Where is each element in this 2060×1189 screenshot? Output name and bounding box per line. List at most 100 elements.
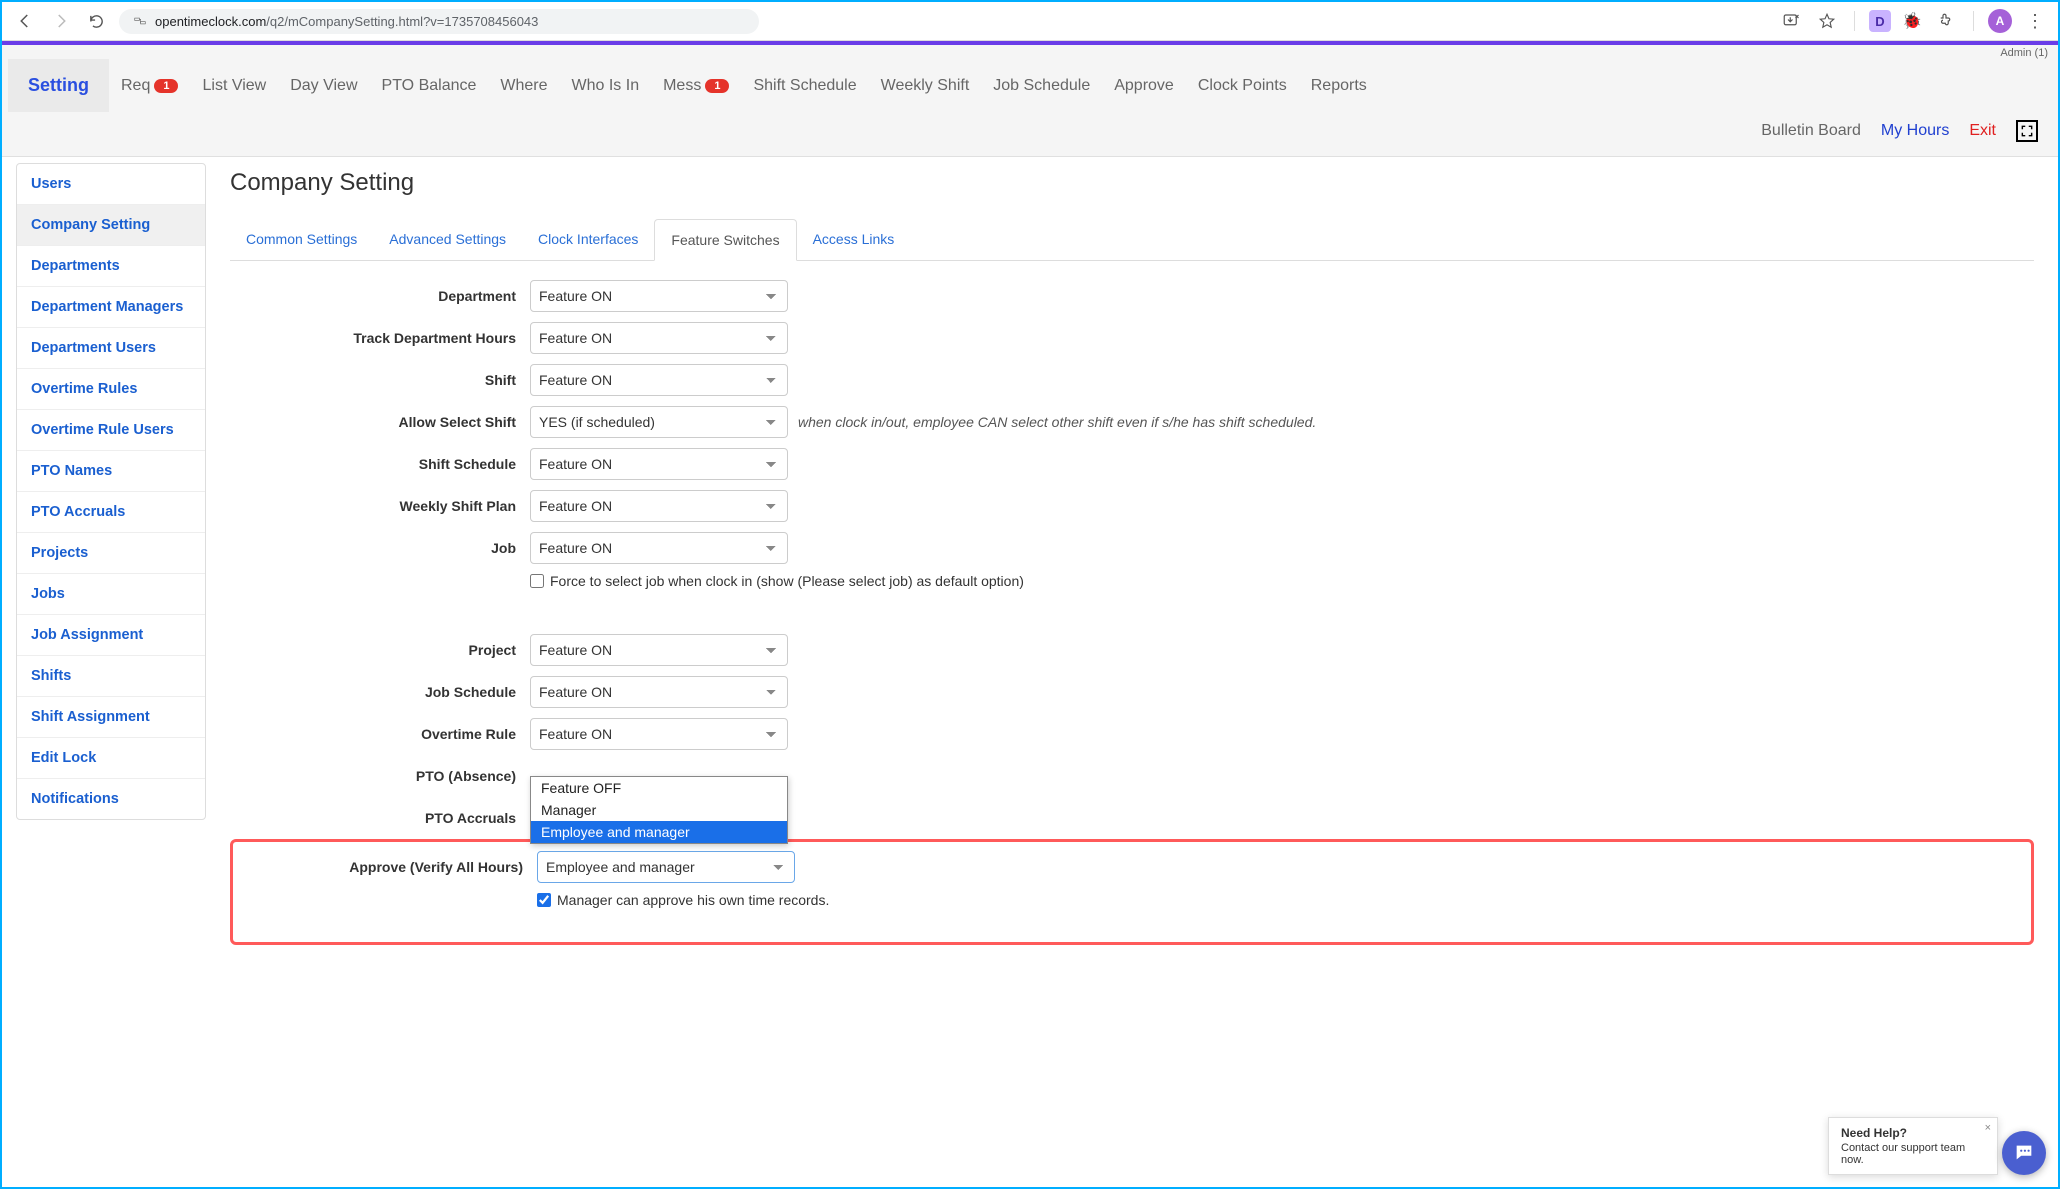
- help-title: Need Help?: [1841, 1126, 1985, 1140]
- sidebar-item-jobs[interactable]: Jobs: [17, 574, 205, 615]
- sidebar-item-pto-names[interactable]: PTO Names: [17, 451, 205, 492]
- fullscreen-icon: [2020, 124, 2034, 138]
- label-overtime-rule: Overtime Rule: [230, 726, 530, 742]
- tab-my-hours[interactable]: My Hours: [1881, 122, 1949, 140]
- tab-shift-schedule[interactable]: Shift Schedule: [741, 61, 868, 111]
- label-department: Department: [230, 288, 530, 304]
- checkbox-manager-approve-own[interactable]: [537, 893, 551, 907]
- label-job-schedule: Job Schedule: [230, 684, 530, 700]
- back-button[interactable]: [12, 8, 38, 34]
- label-allow-select-shift: Allow Select Shift: [230, 414, 530, 430]
- select-allow-select-shift[interactable]: YES (if scheduled): [530, 406, 788, 438]
- fullscreen-button[interactable]: [2016, 120, 2038, 142]
- install-app-button[interactable]: [1778, 8, 1804, 34]
- select-shift-schedule[interactable]: Feature ON: [530, 448, 788, 480]
- tab-job-schedule[interactable]: Job Schedule: [981, 61, 1102, 111]
- label-approve: Approve (Verify All Hours): [237, 859, 537, 875]
- select-project[interactable]: Feature ON: [530, 634, 788, 666]
- extension-bug-icon[interactable]: 🐞: [1901, 10, 1923, 32]
- select-shift[interactable]: Feature ON: [530, 364, 788, 396]
- tab-mess[interactable]: Mess1: [651, 61, 741, 111]
- label-pto-accruals: PTO Accruals: [230, 810, 530, 826]
- checkbox-force-select-job[interactable]: [530, 574, 544, 588]
- select-approve[interactable]: Employee and manager: [537, 851, 795, 883]
- sidebar-item-company-setting[interactable]: Company Setting: [17, 205, 205, 246]
- chat-button[interactable]: [2002, 1131, 2046, 1175]
- sidebar-item-edit-lock[interactable]: Edit Lock: [17, 738, 205, 779]
- select-overtime-rule[interactable]: Feature ON: [530, 718, 788, 750]
- subtab-clock-interfaces[interactable]: Clock Interfaces: [522, 219, 654, 260]
- sidebar-item-shift-assignment[interactable]: Shift Assignment: [17, 697, 205, 738]
- subtab-advanced-settings[interactable]: Advanced Settings: [373, 219, 522, 260]
- help-close-button[interactable]: ×: [1985, 1122, 1991, 1134]
- tab-day-view[interactable]: Day View: [278, 61, 369, 111]
- sidebar-item-department-managers[interactable]: Department Managers: [17, 287, 205, 328]
- select-job-schedule[interactable]: Feature ON: [530, 676, 788, 708]
- tab-exit[interactable]: Exit: [1969, 122, 1996, 140]
- puzzle-icon: [1937, 12, 1955, 30]
- select-department[interactable]: Feature ON: [530, 280, 788, 312]
- tab-weekly-shift[interactable]: Weekly Shift: [869, 61, 982, 111]
- sidebar-item-shifts[interactable]: Shifts: [17, 656, 205, 697]
- bookmark-button[interactable]: [1814, 8, 1840, 34]
- top-nav: Setting Req1 List View Day View PTO Bala…: [2, 59, 2058, 112]
- site-info-icon: [133, 14, 147, 28]
- arrow-left-icon: [16, 12, 34, 30]
- sidebar-item-job-assignment[interactable]: Job Assignment: [17, 615, 205, 656]
- admin-label: Admin (1): [2, 45, 2058, 59]
- label-force-select-job: Force to select job when clock in (show …: [550, 573, 1024, 589]
- dropdown-pto-absence-open: Feature OFF Manager Employee and manager: [530, 776, 788, 844]
- label-pto-absence: PTO (Absence): [230, 768, 530, 784]
- reload-icon: [88, 13, 105, 30]
- reload-button[interactable]: [84, 9, 109, 34]
- subtab-feature-switches[interactable]: Feature Switches: [654, 219, 796, 261]
- tab-approve[interactable]: Approve: [1102, 61, 1186, 111]
- tab-req[interactable]: Req1: [109, 61, 190, 111]
- profile-avatar[interactable]: A: [1988, 9, 2012, 33]
- star-icon: [1818, 12, 1836, 30]
- tab-pto-balance[interactable]: PTO Balance: [370, 61, 489, 111]
- sidebar-item-pto-accruals[interactable]: PTO Accruals: [17, 492, 205, 533]
- tab-list-view[interactable]: List View: [190, 61, 278, 111]
- sidebar: Users Company Setting Departments Depart…: [16, 163, 206, 820]
- label-weekly-shift-plan: Weekly Shift Plan: [230, 498, 530, 514]
- sidebar-item-notifications[interactable]: Notifications: [17, 779, 205, 819]
- label-job: Job: [230, 540, 530, 556]
- select-track-dept-hours[interactable]: Feature ON: [530, 322, 788, 354]
- address-bar[interactable]: opentimeclock.com/q2/mCompanySetting.htm…: [119, 9, 759, 34]
- req-badge: 1: [154, 79, 178, 93]
- url-host: opentimeclock.com: [155, 14, 266, 29]
- tab-clock-points[interactable]: Clock Points: [1186, 61, 1299, 111]
- forward-button[interactable]: [48, 8, 74, 34]
- dropdown-option-feature-off[interactable]: Feature OFF: [531, 777, 787, 799]
- sidebar-item-users[interactable]: Users: [17, 164, 205, 205]
- arrow-right-icon: [52, 12, 70, 30]
- extension-d-icon[interactable]: D: [1869, 10, 1891, 32]
- tab-where[interactable]: Where: [488, 61, 559, 111]
- note-allow-select-shift: when clock in/out, employee CAN select o…: [798, 414, 1316, 430]
- highlight-approve-section: Approve (Verify All Hours) Employee and …: [230, 839, 2034, 945]
- tab-setting[interactable]: Setting: [8, 59, 109, 112]
- sidebar-item-projects[interactable]: Projects: [17, 533, 205, 574]
- subtab-common-settings[interactable]: Common Settings: [230, 219, 373, 260]
- extensions-button[interactable]: [1933, 8, 1959, 34]
- dropdown-option-manager[interactable]: Manager: [531, 799, 787, 821]
- browser-menu-button[interactable]: ⋮: [2022, 11, 2048, 32]
- sidebar-item-departments[interactable]: Departments: [17, 246, 205, 287]
- install-icon: [1782, 12, 1800, 30]
- sidebar-item-overtime-rule-users[interactable]: Overtime Rule Users: [17, 410, 205, 451]
- select-weekly-shift-plan[interactable]: Feature ON: [530, 490, 788, 522]
- tab-who-is-in[interactable]: Who Is In: [560, 61, 652, 111]
- help-widget[interactable]: × Need Help? Contact our support team no…: [1828, 1117, 1998, 1175]
- label-shift: Shift: [230, 372, 530, 388]
- label-project: Project: [230, 642, 530, 658]
- browser-toolbar: opentimeclock.com/q2/mCompanySetting.htm…: [2, 2, 2058, 41]
- tab-reports[interactable]: Reports: [1299, 61, 1379, 111]
- dropdown-option-employee-and-manager[interactable]: Employee and manager: [531, 821, 787, 843]
- subtab-access-links[interactable]: Access Links: [797, 219, 911, 260]
- subtabs: Common Settings Advanced Settings Clock …: [230, 219, 2034, 261]
- select-job[interactable]: Feature ON: [530, 532, 788, 564]
- sidebar-item-overtime-rules[interactable]: Overtime Rules: [17, 369, 205, 410]
- tab-bulletin-board[interactable]: Bulletin Board: [1761, 122, 1861, 140]
- sidebar-item-department-users[interactable]: Department Users: [17, 328, 205, 369]
